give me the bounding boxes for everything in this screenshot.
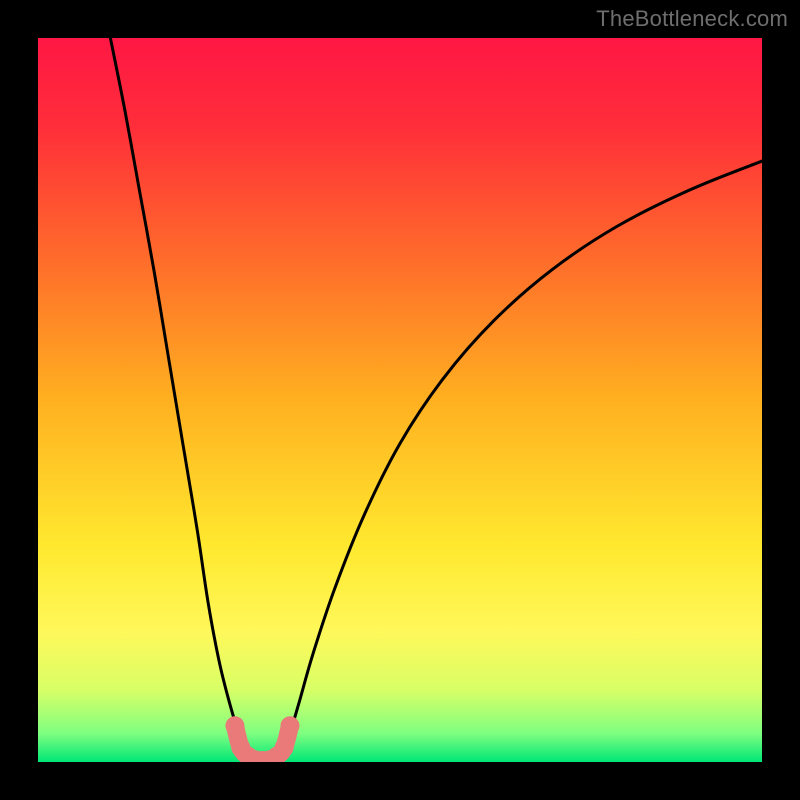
gradient-background: [38, 38, 762, 762]
valley-dot: [225, 716, 244, 735]
valley-dot: [280, 716, 299, 735]
valley-dot: [275, 738, 294, 757]
watermark-label: TheBottleneck.com: [596, 6, 788, 32]
chart-svg: [38, 38, 762, 762]
chart-frame: TheBottleneck.com: [0, 0, 800, 800]
plot-area: [38, 38, 762, 762]
